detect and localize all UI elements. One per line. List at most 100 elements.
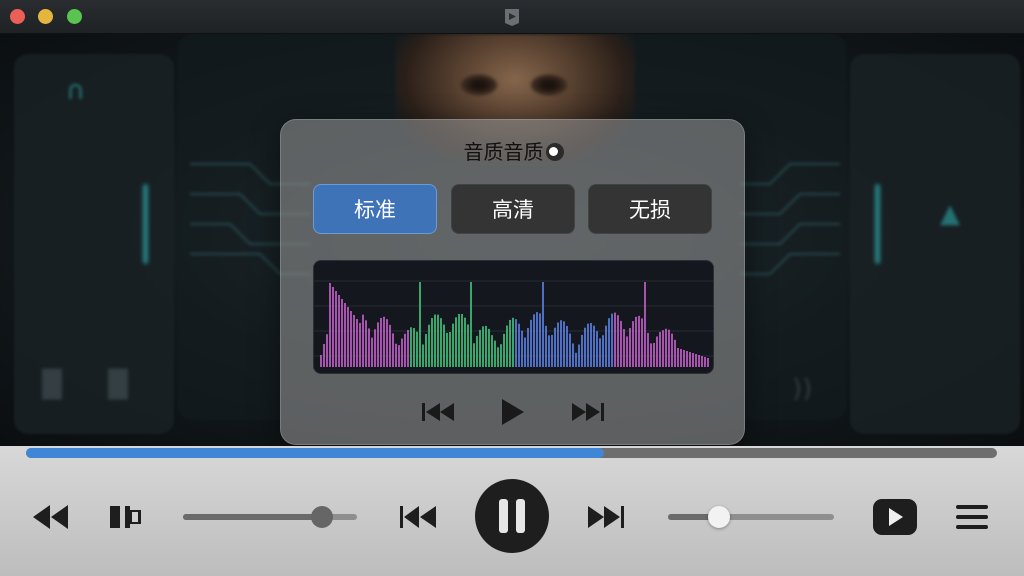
skip-back-button[interactable]: [398, 502, 438, 532]
spectrum-bar: [578, 344, 580, 367]
spectrum-bar: [416, 331, 418, 367]
spectrum-bar: [494, 340, 496, 367]
spectrum-bar: [620, 320, 622, 367]
spectrum-bar: [527, 327, 529, 367]
skip-forward-button[interactable]: [586, 502, 626, 532]
progress-bar[interactable]: [26, 448, 997, 458]
spectrum-bar: [434, 314, 436, 367]
spectrum-bar: [452, 323, 454, 367]
pause-button[interactable]: [475, 479, 549, 553]
spectrum-bar: [680, 349, 682, 367]
menu-button[interactable]: [954, 502, 990, 532]
pause-icon: [499, 499, 508, 533]
spectrum-bar: [515, 319, 517, 367]
background-glow-left: [143, 184, 148, 264]
spectrum-bar: [359, 323, 361, 367]
volume-slider-right[interactable]: [668, 506, 834, 528]
close-button[interactable]: [10, 9, 25, 24]
spectrum-bar: [356, 319, 358, 367]
spectrum-bar: [521, 330, 523, 367]
skip-back-icon: [400, 506, 436, 528]
spectrum-bar: [524, 337, 526, 367]
spectrum-bar: [593, 325, 595, 367]
progress-fill: [26, 448, 604, 458]
spectrum-bar: [329, 283, 331, 367]
spectrum-bar: [692, 353, 694, 367]
spectrum-bar: [473, 343, 475, 367]
spectrum-bar: [584, 327, 586, 367]
spectrum-bar: [368, 328, 370, 367]
spectrum-bar: [626, 336, 628, 367]
spectrum-bar: [506, 325, 508, 367]
spectrum-bar: [455, 317, 457, 367]
radio-dot-icon[interactable]: [545, 143, 564, 161]
spectrum-bar: [344, 303, 346, 367]
spectrum-bar: [557, 322, 559, 367]
spectrum-bar: [470, 282, 472, 367]
spectrum-bar: [644, 282, 646, 367]
volume-right-thumb[interactable]: [708, 506, 731, 528]
spectrum-bar: [377, 322, 379, 367]
popup-skip-back-button[interactable]: [419, 394, 459, 430]
spectrum-bar: [350, 311, 352, 367]
volume-left-thumb[interactable]: [311, 506, 334, 528]
spectrum-bar: [482, 326, 484, 367]
zoom-button[interactable]: [67, 9, 82, 24]
spectrum-bar: [602, 335, 604, 367]
spectrum-bar: [485, 325, 487, 367]
spectrum-bar: [449, 331, 451, 367]
menu-icon: [956, 505, 988, 529]
spectrum-bar: [698, 355, 700, 367]
spectrum-bar: [467, 324, 469, 367]
background-bracket-icon-2: ▐▌: [98, 370, 138, 400]
spectrum-bar: [563, 321, 565, 367]
spectrum-bar: [656, 336, 658, 367]
pause-icon-bar: [516, 499, 525, 533]
volume-left-fill: [183, 514, 323, 520]
spectrum-bar: [650, 343, 652, 367]
spectrum-bar: [437, 314, 439, 367]
skip-forward-icon: [588, 506, 624, 528]
spectrum-bar: [671, 333, 673, 367]
spectrum-bar: [605, 325, 607, 367]
spectrum-bar: [332, 287, 334, 367]
spectrum-bar: [440, 318, 442, 367]
popup-skip-forward-button[interactable]: [567, 394, 607, 430]
quality-option-standard[interactable]: 标准: [313, 184, 437, 234]
play-icon: [502, 399, 524, 425]
background-bracket-icon: ▐▌: [32, 370, 72, 400]
spectrum-bar: [458, 313, 460, 367]
spectrum-bar: [638, 315, 640, 367]
spectrum-bar: [425, 333, 427, 367]
play-video-button[interactable]: [872, 498, 918, 536]
title-bar: [0, 0, 1024, 34]
spectrum-bar: [596, 331, 598, 367]
spectrum-bar: [323, 343, 325, 367]
spectrum-bar: [695, 354, 697, 367]
rewind-button[interactable]: [30, 502, 70, 532]
spectrum-bar: [407, 330, 409, 367]
play-icon: [873, 499, 917, 535]
popup-play-button[interactable]: [493, 394, 533, 430]
bracket-button[interactable]: [108, 502, 142, 532]
spectrum-bar: [410, 327, 412, 367]
spectrum-bar: [509, 319, 511, 367]
spectrum-bar: [446, 332, 448, 367]
spectrum-bar: [335, 291, 337, 367]
background-sound-icon: )): [792, 374, 813, 404]
spectrum-bar: [611, 313, 613, 367]
minimize-button[interactable]: [38, 9, 53, 24]
spectrum-bar: [632, 321, 634, 367]
volume-slider-left[interactable]: [183, 506, 357, 528]
spectrum-bar: [380, 317, 382, 367]
quality-option-hd[interactable]: 高清: [451, 184, 575, 234]
background-wave-icon: ▲: [940, 199, 960, 229]
quality-option-lossless[interactable]: 无损: [588, 184, 712, 234]
spectrum-bar: [608, 318, 610, 367]
spectrum-bar: [668, 329, 670, 367]
spectrum-bar: [629, 328, 631, 367]
spectrum-bar: [503, 333, 505, 367]
spectrum-bar: [575, 352, 577, 367]
spectrum-bar: [674, 339, 676, 367]
player-bar: [0, 446, 1024, 576]
